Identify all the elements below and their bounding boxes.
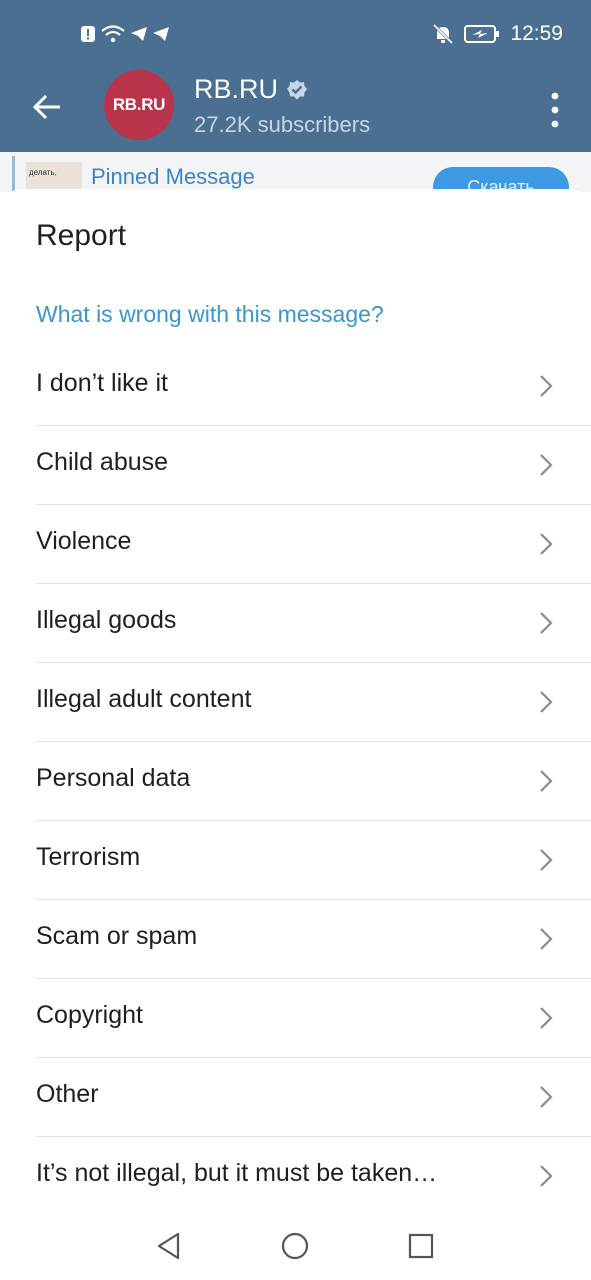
option-label: Other — [36, 1080, 99, 1108]
chevron-right-icon — [540, 1165, 553, 1187]
report-option-copyright[interactable]: Copyright — [0, 979, 591, 1058]
telegram-icon — [131, 27, 147, 41]
chevron-right-icon — [540, 1007, 553, 1029]
pinned-thumb-text: делать, — [29, 168, 57, 177]
report-option-not-illegal[interactable]: It’s not illegal, but it must be taken… — [0, 1137, 591, 1211]
sheet-subtitle: What is wrong with this message? — [36, 301, 384, 327]
option-label: Scam or spam — [36, 922, 198, 950]
option-label: Copyright — [36, 1001, 143, 1029]
system-navigation-bar — [0, 1211, 591, 1280]
pinned-indicator — [12, 156, 15, 192]
back-arrow-icon[interactable] — [30, 90, 64, 124]
status-bar: 12:59 — [0, 0, 591, 70]
nav-home-icon[interactable] — [280, 1231, 310, 1261]
option-label: Child abuse — [36, 448, 169, 476]
chevron-right-icon — [540, 928, 553, 950]
report-option-terrorism[interactable]: Terrorism — [0, 821, 591, 900]
option-label: Terrorism — [36, 843, 141, 871]
avatar-text: RB.RU — [112, 95, 166, 114]
channel-name: RB.RU — [194, 74, 279, 104]
chevron-right-icon — [540, 770, 553, 792]
chevron-right-icon — [540, 1086, 553, 1108]
report-option-illegal-adult-content[interactable]: Illegal adult content — [0, 663, 591, 742]
report-option-child-abuse[interactable]: Child abuse — [0, 426, 591, 505]
option-label: Illegal goods — [36, 606, 177, 634]
channel-avatar[interactable]: RB.RU — [104, 70, 174, 140]
channel-header: RB.RU RB.RU 27.2K subscribers — [0, 70, 591, 152]
telegram-icon — [153, 27, 169, 41]
more-options-icon[interactable] — [549, 90, 561, 130]
option-label: It’s not illegal, but it must be taken… — [36, 1159, 438, 1187]
status-icons-left — [80, 24, 170, 44]
channel-title[interactable]: RB.RU — [194, 74, 308, 105]
chevron-right-icon — [540, 375, 553, 397]
nav-recents-icon[interactable] — [406, 1231, 436, 1261]
pinned-title: Pinned Message — [91, 164, 255, 189]
chevron-right-icon — [540, 533, 553, 555]
option-label: Personal data — [36, 764, 191, 792]
battery-charging-icon — [464, 25, 500, 43]
report-option-personal-data[interactable]: Personal data — [0, 742, 591, 821]
option-label: I don’t like it — [36, 369, 169, 397]
mute-bell-icon — [433, 23, 454, 45]
chevron-right-icon — [540, 849, 553, 871]
chevron-right-icon — [540, 691, 553, 713]
nav-back-icon[interactable] — [154, 1231, 184, 1261]
report-options-list: I don’t like it Child abuse Violence Ill… — [0, 347, 591, 1211]
status-time: 12:59 — [510, 22, 563, 45]
option-label: Violence — [36, 527, 132, 555]
status-icons-right: 12:59 — [432, 22, 563, 46]
alert-icon — [81, 26, 95, 42]
subscriber-count: 27.2K subscribers — [194, 112, 371, 137]
sheet-title: Report — [36, 219, 127, 252]
pinned-message-bar[interactable]: делать, Pinned Message Скачать — [0, 152, 591, 207]
report-option-other[interactable]: Other — [0, 1058, 591, 1137]
chevron-right-icon — [540, 454, 553, 476]
report-option-dont-like[interactable]: I don’t like it — [0, 347, 591, 426]
chevron-right-icon — [540, 612, 553, 634]
report-option-violence[interactable]: Violence — [0, 505, 591, 584]
option-label: Illegal adult content — [36, 685, 252, 713]
report-option-scam-or-spam[interactable]: Scam or spam — [0, 900, 591, 979]
report-sheet: Report What is wrong with this message? … — [0, 189, 591, 1211]
wifi-icon — [101, 25, 125, 43]
report-option-illegal-goods[interactable]: Illegal goods — [0, 584, 591, 663]
verified-badge-icon — [287, 79, 308, 99]
